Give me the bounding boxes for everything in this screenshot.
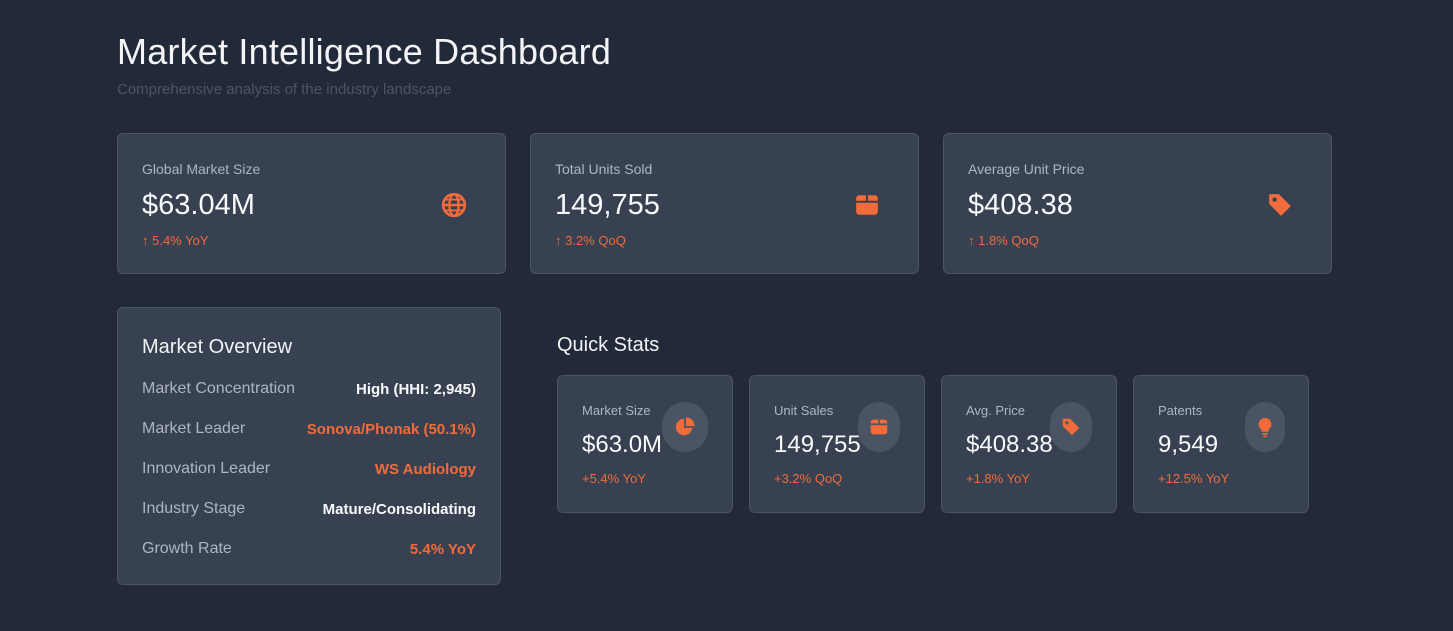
stat-value: 9,549 bbox=[1158, 431, 1219, 458]
box-icon bbox=[856, 195, 878, 215]
tag-icon bbox=[1062, 418, 1080, 436]
quick-stat-avg-price: Avg. Price $408.38 +1.8% YoY bbox=[941, 375, 1117, 513]
kpi-value: $63.04M bbox=[142, 189, 255, 221]
tag-icon bbox=[1269, 194, 1291, 216]
overview-value: High (HHI: 2,945) bbox=[355, 380, 476, 398]
kpi-card-market-size: Global Market Size $63.04M ↑ 5.4% YoY bbox=[117, 133, 506, 274]
quick-stat-market-size: Market Size $63.0M +5.4% YoY bbox=[557, 375, 733, 513]
overview-row-innovation: Innovation Leader WS Audiology bbox=[142, 457, 476, 481]
kpi-card-unit-price: Average Unit Price $408.38 ↑ 1.8% QoQ bbox=[943, 133, 1332, 274]
stat-icon-badge bbox=[662, 402, 708, 452]
box-icon bbox=[870, 419, 888, 435]
overview-value: Mature/Consolidating bbox=[322, 500, 476, 518]
stat-delta: +12.5% YoY bbox=[1158, 471, 1230, 486]
kpi-delta: ↑ 1.8% QoQ bbox=[968, 233, 1039, 248]
overview-row-growth: Growth Rate 5.4% YoY bbox=[142, 537, 476, 561]
quick-stat-patents: Patents 9,549 +12.5% YoY bbox=[1133, 375, 1309, 513]
overview-value: WS Audiology bbox=[374, 460, 476, 478]
overview-row-leader: Market Leader Sonova/Phonak (50.1%) bbox=[142, 417, 476, 441]
stat-label: Patents bbox=[1158, 403, 1203, 418]
kpi-delta: ↑ 5.4% YoY bbox=[142, 233, 209, 248]
stat-icon-badge bbox=[858, 402, 900, 452]
overview-key: Industry Stage bbox=[142, 500, 246, 517]
stat-delta: +1.8% YoY bbox=[966, 471, 1030, 486]
overview-key: Innovation Leader bbox=[142, 460, 271, 477]
globe-icon bbox=[441, 192, 467, 218]
stat-delta: +3.2% QoQ bbox=[774, 471, 843, 486]
stat-label: Avg. Price bbox=[966, 403, 1026, 418]
quick-stat-unit-sales: Unit Sales 149,755 +3.2% QoQ bbox=[749, 375, 925, 513]
kpi-label: Global Market Size bbox=[142, 161, 261, 177]
stat-value: $408.38 bbox=[966, 431, 1053, 458]
kpi-label: Average Unit Price bbox=[968, 161, 1085, 177]
kpi-delta: ↑ 3.2% QoQ bbox=[555, 233, 626, 248]
stat-icon-badge bbox=[1050, 402, 1092, 452]
page-title: Market Intelligence Dashboard bbox=[117, 31, 612, 72]
kpi-value: 149,755 bbox=[555, 189, 660, 221]
market-overview-panel: Market Overview Market Concentration Hig… bbox=[117, 307, 501, 585]
dashboard-page: Market Intelligence Dashboard Comprehens… bbox=[0, 0, 1453, 631]
kpi-label: Total Units Sold bbox=[555, 161, 653, 177]
stat-value: $63.0M bbox=[582, 431, 663, 458]
stat-value: 149,755 bbox=[774, 431, 861, 458]
kpi-value: $408.38 bbox=[968, 189, 1073, 221]
pie-chart-icon bbox=[675, 417, 695, 436]
overview-row-concentration: Market Concentration High (HHI: 2,945) bbox=[142, 377, 476, 401]
stat-delta: +5.4% YoY bbox=[582, 471, 646, 486]
overview-key: Market Concentration bbox=[142, 380, 295, 397]
overview-value: Sonova/Phonak (50.1%) bbox=[306, 420, 476, 438]
kpi-card-units-sold: Total Units Sold 149,755 ↑ 3.2% QoQ bbox=[530, 133, 919, 274]
stat-label: Market Size bbox=[582, 403, 651, 418]
overview-value: 5.4% YoY bbox=[409, 540, 476, 558]
page-subtitle: Comprehensive analysis of the industry l… bbox=[117, 81, 452, 98]
overview-key: Market Leader bbox=[142, 420, 246, 437]
overview-key: Growth Rate bbox=[142, 540, 232, 557]
stat-icon-badge bbox=[1245, 402, 1285, 452]
overview-title: Market Overview bbox=[142, 336, 293, 358]
quick-stats-title: Quick Stats bbox=[557, 334, 660, 356]
overview-row-stage: Industry Stage Mature/Consolidating bbox=[142, 497, 476, 521]
stat-label: Unit Sales bbox=[774, 403, 834, 418]
lightbulb-icon bbox=[1258, 417, 1272, 438]
